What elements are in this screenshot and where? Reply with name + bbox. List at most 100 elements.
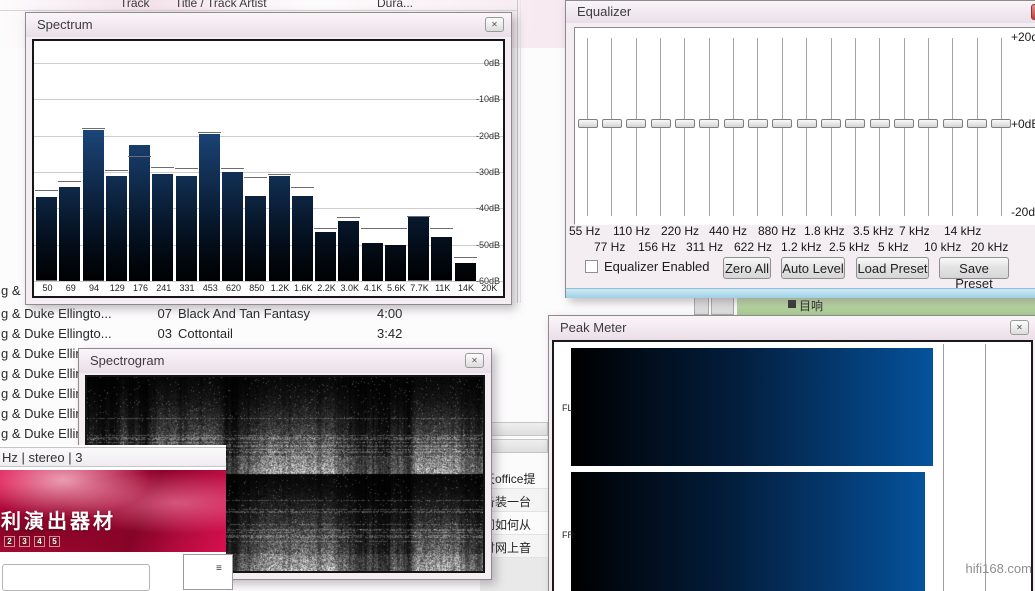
spectrum-frequency-label: 241 [152, 283, 175, 293]
eq-slider-handle[interactable] [797, 119, 817, 128]
eq-slider-handle[interactable] [651, 119, 671, 128]
spectrum-frequency-label: 453 [199, 283, 222, 293]
ad-banner-caption: 利演出器材 [1, 505, 116, 534]
page-button[interactable]: 5 [49, 536, 60, 547]
spectrum-peak-line [35, 190, 58, 191]
eq-slider-handle[interactable] [918, 119, 938, 128]
eq-slider-handle[interactable] [675, 119, 695, 128]
eq-frequency-label: 55 Hz [569, 224, 600, 238]
equalizer-window-bottom-frame [566, 288, 1035, 298]
eq-scale-label: +20dB [1011, 30, 1035, 44]
eq-slider-handle[interactable] [772, 119, 792, 128]
eq-slider-handle[interactable] [991, 119, 1011, 128]
spectrum-db-label: -50dB [476, 240, 500, 250]
spectrum-bar [408, 217, 429, 281]
eq-slider-handle[interactable] [578, 119, 598, 128]
page-button[interactable]: 4 [34, 536, 45, 547]
page-button[interactable]: 2 [4, 536, 15, 547]
spectrogram-titlebar[interactable]: Spectrogram ✕ [79, 349, 491, 373]
spectrum-bar [269, 176, 290, 281]
eq-slider-handle[interactable] [845, 119, 865, 128]
spectrum-peak-line [454, 257, 477, 258]
equalizer-enabled-label: Equalizer Enabled [604, 259, 710, 274]
equalizer-title: Equalizer [577, 4, 631, 19]
empty-input-box[interactable] [2, 564, 150, 591]
spectrum-peak-line [58, 181, 81, 182]
spectrum-bar [106, 176, 127, 281]
eq-slider-handle[interactable] [894, 119, 914, 128]
spectrum-bar [431, 237, 452, 281]
spectrum-bar [222, 172, 243, 281]
spectrum-peak-line [407, 216, 430, 217]
playlist-row[interactable]: g & Duke Ellingto...03Cottontail3:42 [0, 323, 517, 343]
ad-banner[interactable]: 利演出器材 2345 [0, 470, 226, 552]
spectrum-frequency-label: 14K [455, 283, 478, 293]
equalizer-slider-panel: +20dB+0dB-20dB [574, 27, 1035, 225]
playlist-header-track[interactable]: Track [120, 0, 150, 10]
eq-slider-handle[interactable] [748, 119, 768, 128]
spectrum-peak-line [361, 228, 384, 229]
spectrum-frequency-label: 620 [222, 283, 245, 293]
eq-button-zero-all[interactable]: Zero All [723, 257, 771, 279]
bottom-left-panel: Hz | stereo | 3 利演出器材 2345 ≡ [0, 445, 226, 591]
eq-slider-handle[interactable] [626, 119, 646, 128]
playlist-cell: g & Duke Ellin [1, 346, 83, 361]
eq-button-auto-level[interactable]: Auto Level [781, 257, 845, 279]
eq-frequency-label: 311 Hz [686, 240, 723, 254]
eq-slider-handle[interactable] [943, 119, 963, 128]
spectrum-plot: 0dB-10dB-20dB-30dB-40dB-50dB-60dB5069941… [32, 39, 505, 298]
playlist-header-duration[interactable]: Dura... [377, 0, 413, 10]
playlist-header-title[interactable]: Title / Track Artist [175, 0, 267, 10]
playlist-cell: g & Duke Ellingto... [1, 326, 112, 341]
playlist-panel-divider [517, 0, 518, 303]
eq-slider-handle[interactable] [724, 119, 744, 128]
spectrum-bar [83, 130, 104, 281]
spectrum-frequency-label: 7.7K [408, 283, 431, 293]
spectrum-peak-line [268, 174, 291, 175]
spectrum-frequency-label: 850 [245, 283, 268, 293]
peak-meter-close-button[interactable]: ✕ [1010, 320, 1029, 335]
equalizer-close-button[interactable]: ✕ [1031, 4, 1035, 20]
eq-frequency-label: 14 kHz [944, 224, 981, 238]
peak-meter-scale-line [943, 344, 944, 591]
playlist-cell: Black And Tan Fantasy [178, 306, 310, 321]
status-bar: Hz | stereo | 3 [0, 447, 226, 467]
eq-frequency-label: 7 kHz [899, 224, 930, 238]
eq-scale-label: +0dB [1011, 117, 1035, 131]
equalizer-titlebar[interactable]: Equalizer [566, 1, 1035, 23]
spectrum-close-button[interactable]: ✕ [485, 17, 504, 32]
eq-frequency-label: 622 Hz [734, 240, 772, 254]
playlist-cell: 3:42 [377, 326, 402, 341]
eq-slider-handle[interactable] [967, 119, 987, 128]
playlist-cell: Cottontail [178, 326, 233, 341]
spectrum-db-label: -20dB [476, 131, 500, 141]
page-button[interactable]: 3 [19, 536, 30, 547]
playlist-cell: g & Duke Ellin [1, 426, 83, 441]
background-scrollbar-fragment [694, 296, 709, 315]
peak-meter-titlebar[interactable]: Peak Meter ✕ [549, 316, 1035, 340]
eq-slider-handle[interactable] [821, 119, 841, 128]
spectrum-titlebar[interactable]: Spectrum ✕ [26, 13, 511, 37]
eq-frequency-label: 440 Hz [709, 224, 747, 238]
eq-frequency-label: 20 kHz [971, 240, 1008, 254]
playlist-row[interactable]: g & Duke Ellingto...07Black And Tan Fant… [0, 303, 517, 323]
spectrum-frequency-label: 2.2K [315, 283, 338, 293]
eq-button-load-preset[interactable]: Load Preset [856, 257, 929, 279]
spectrum-peak-line [198, 132, 221, 133]
peak-meter-window: Peak Meter ✕ FLFR [548, 315, 1035, 591]
spectrum-bar [59, 187, 80, 281]
peak-meter-channel-label: FL [562, 403, 573, 413]
eq-slider-handle[interactable] [699, 119, 719, 128]
equalizer-enabled-checkbox[interactable] [585, 260, 598, 273]
eq-slider-handle[interactable] [602, 119, 622, 128]
spectrogram-close-button[interactable]: ✕ [465, 353, 484, 368]
background-green-strip [737, 296, 1035, 316]
peak-meter-bar-fr [571, 472, 927, 591]
spectrum-bar [36, 197, 57, 281]
spectrum-gridline [34, 99, 503, 100]
eq-slider-handle[interactable] [870, 119, 890, 128]
spectrum-bar [245, 196, 266, 281]
spectrogram-title: Spectrogram [90, 353, 164, 368]
spectrum-bar [315, 232, 336, 281]
eq-button-save-preset[interactable]: Save Preset [939, 257, 1009, 279]
